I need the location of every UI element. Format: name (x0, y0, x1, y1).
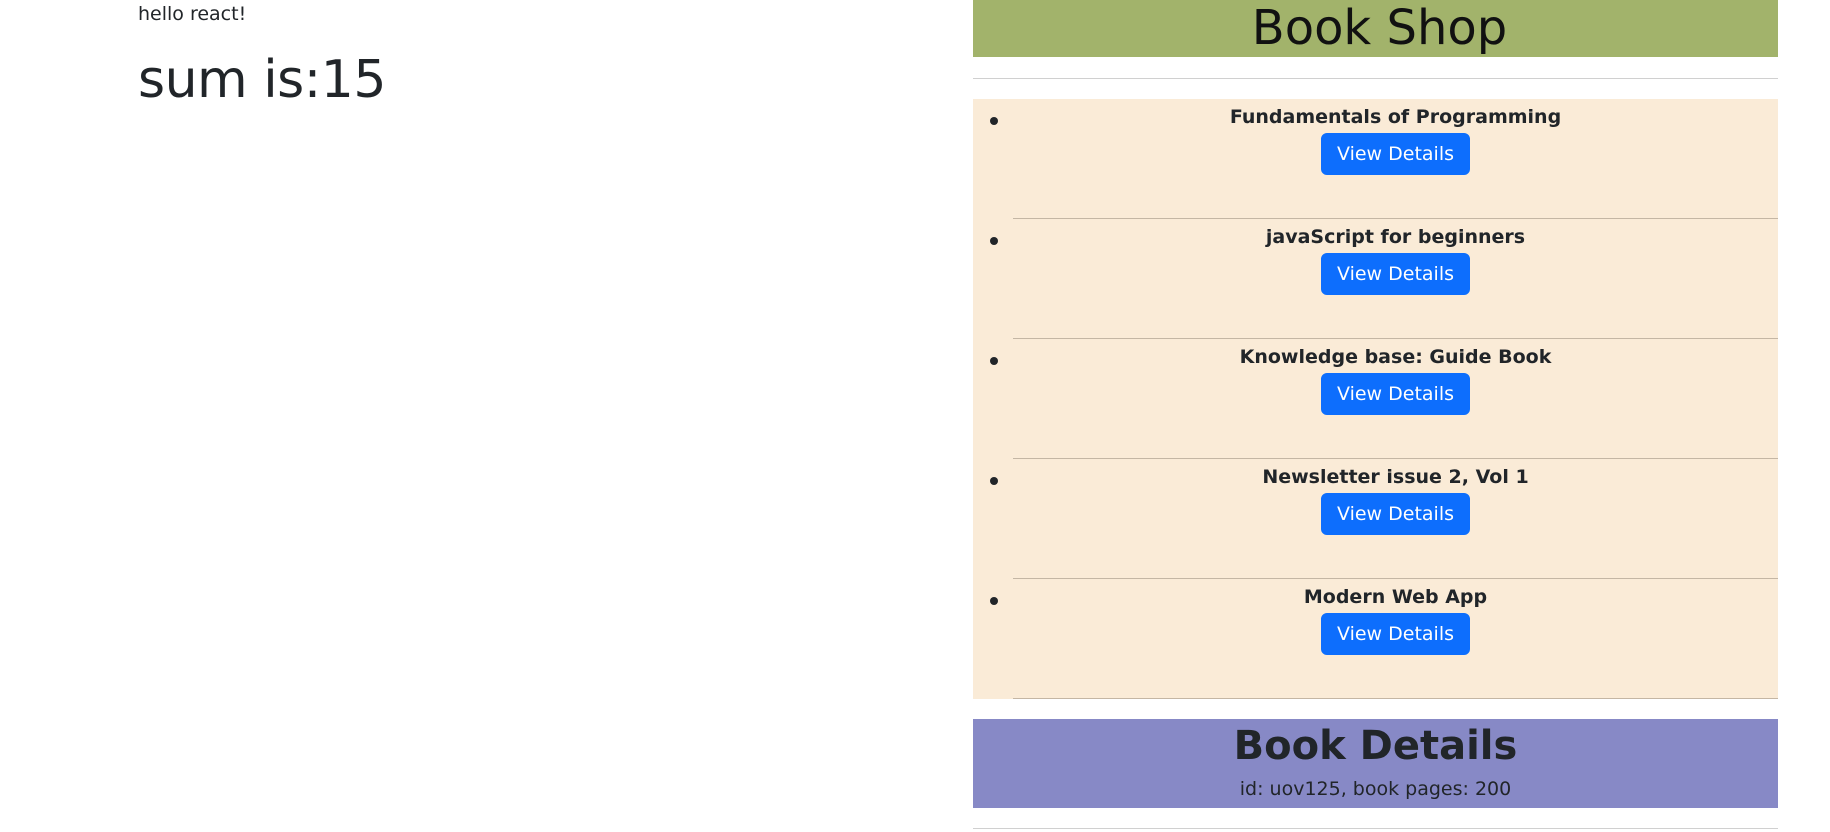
book-shop-panel: Book Shop Fundamentals of Programming Vi… (973, 0, 1778, 829)
book-list-item: javaScript for beginners View Details (990, 219, 1778, 339)
bullet-icon (990, 237, 998, 245)
book-title: Knowledge base: Guide Book (1239, 346, 1552, 368)
bullet-icon (990, 477, 998, 485)
divider-top (973, 78, 1778, 79)
shop-title: Book Shop (1251, 0, 1508, 56)
book-list-item: Modern Web App View Details (990, 579, 1778, 699)
book-list-item: Fundamentals of Programming View Details (990, 99, 1778, 219)
book-list-item: Newsletter issue 2, Vol 1 View Details (990, 459, 1778, 579)
left-panel: hello react! sum is:15 (138, 0, 386, 111)
book-title: Newsletter issue 2, Vol 1 (1262, 466, 1529, 488)
view-details-button[interactable]: View Details (1321, 493, 1470, 535)
view-details-button[interactable]: View Details (1321, 373, 1470, 415)
view-details-button[interactable]: View Details (1321, 613, 1470, 655)
book-list-item: Knowledge base: Guide Book View Details (990, 339, 1778, 459)
book-details-info: id: uov125, book pages: 200 (1239, 778, 1512, 800)
view-details-button[interactable]: View Details (1321, 253, 1470, 295)
bullet-icon (990, 597, 998, 605)
book-title: javaScript for beginners (1265, 226, 1526, 248)
greeting-text: hello react! (138, 3, 247, 25)
sum-heading: sum is:15 (138, 50, 386, 110)
bullet-icon (990, 117, 998, 125)
divider-bottom (973, 828, 1778, 829)
view-details-button[interactable]: View Details (1321, 133, 1470, 175)
book-list: Fundamentals of Programming View Details… (973, 99, 1778, 699)
book-title: Modern Web App (1303, 586, 1488, 608)
book-title: Fundamentals of Programming (1229, 106, 1562, 128)
page: hello react! sum is:15 Book Shop Fundame… (0, 0, 1830, 832)
bullet-icon (990, 357, 998, 365)
shop-header: Book Shop (973, 0, 1778, 57)
book-details-panel: Book Details id: uov125, book pages: 200 (973, 719, 1778, 808)
book-details-title: Book Details (1233, 723, 1518, 769)
